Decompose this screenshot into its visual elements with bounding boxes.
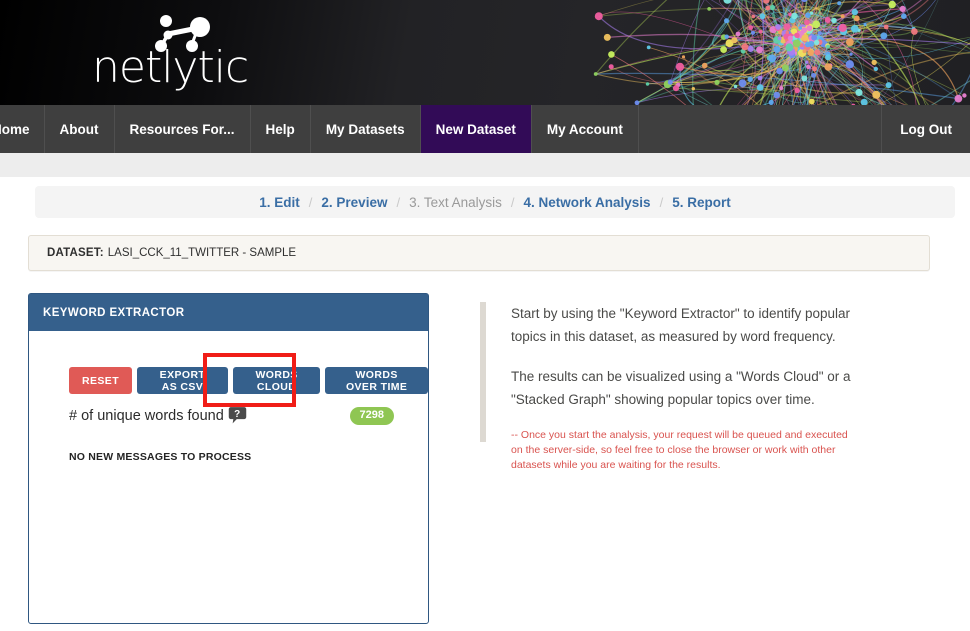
words-cloud-button[interactable]: WORDS CLOUD <box>232 367 321 394</box>
netlytic-logo[interactable]: netlytic <box>92 14 249 96</box>
info-paragraph-1: Start by using the "Keyword Extractor" t… <box>511 306 851 344</box>
main-row: KEYWORD EXTRACTOR RESET EXPORT AS CSV WO… <box>0 293 970 624</box>
step-separator-1: / <box>308 194 313 210</box>
keyword-extractor-body: RESET EXPORT AS CSV WORDS CLOUD WORDS OV… <box>29 331 428 463</box>
reset-button[interactable]: RESET <box>69 367 133 394</box>
nav-item-my-account[interactable]: My Account <box>532 105 639 153</box>
action-button-row: RESET EXPORT AS CSV WORDS CLOUD WORDS OV… <box>69 353 428 407</box>
step-network-analysis[interactable]: 4. Network Analysis <box>522 195 653 210</box>
dataset-banner: DATASET: LASI_CCK_11_TWITTER - SAMPLE <box>28 235 930 271</box>
nav-item-my-account-label: My Account <box>546 121 623 137</box>
nav-item-resources-for[interactable]: Resources For... <box>115 105 251 153</box>
logo-wordmark: netlytic <box>92 42 249 93</box>
nav-item-help[interactable]: Help <box>251 105 311 153</box>
nav-item-about[interactable]: About <box>45 105 115 153</box>
info-note: -- Once you start the analysis, your req… <box>511 429 848 471</box>
step-separator-2: / <box>396 194 401 210</box>
step-edit[interactable]: 1. Edit <box>257 195 302 210</box>
unique-words-label: # of unique words found <box>69 407 224 424</box>
keyword-extractor-panel: KEYWORD EXTRACTOR RESET EXPORT AS CSV WO… <box>28 293 429 624</box>
words-over-time-button[interactable]: WORDS OVER TIME <box>325 367 428 394</box>
nav-item-log-out[interactable]: Log Out <box>882 105 970 153</box>
dataset-label: DATASET: <box>47 247 104 259</box>
unique-words-count-badge: 7298 <box>349 406 394 425</box>
nav-spacer <box>639 105 883 153</box>
network-graph-art <box>593 0 970 105</box>
nav-item-new-dataset[interactable]: New Dataset <box>420 105 532 153</box>
keyword-extractor-header: KEYWORD EXTRACTOR <box>29 294 428 331</box>
nav-item-home-label: Home <box>0 121 30 137</box>
info-paragraph-2: The results can be visualized using a "W… <box>511 369 851 407</box>
unique-words-stat-row: # of unique words found ? 7298 <box>69 406 394 425</box>
nav-item-my-datasets-label: My Datasets <box>325 121 405 137</box>
step-preview[interactable]: 2. Preview <box>319 195 389 210</box>
nav-item-about-label: About <box>59 121 99 137</box>
export-as-csv-button[interactable]: EXPORT AS CSV <box>137 367 228 394</box>
site-banner: netlytic <box>0 0 970 105</box>
step-separator-3: / <box>510 194 515 210</box>
panel-title: KEYWORD EXTRACTOR <box>43 306 185 319</box>
dataset-name: LASI_CCK_11_TWITTER - SAMPLE <box>107 247 297 259</box>
nav-item-log-out-label: Log Out <box>900 121 952 137</box>
nav-item-new-dataset-label: New Dataset <box>435 121 516 137</box>
page-content: 1. Edit / 2. Preview / 3. Text Analysis … <box>0 177 970 624</box>
step-text-analysis: 3. Text Analysis <box>409 194 502 210</box>
step-separator-4: / <box>659 194 664 210</box>
main-navigation: Home About Resources For... Help My Data… <box>0 105 970 153</box>
info-block: Start by using the "Keyword Extractor" t… <box>511 302 856 624</box>
nav-item-help-label: Help <box>265 121 295 137</box>
nav-item-my-datasets[interactable]: My Datasets <box>311 105 421 153</box>
vertical-divider <box>480 302 486 442</box>
question-bubble-icon[interactable]: ? <box>228 406 247 425</box>
svg-text:?: ? <box>234 409 240 420</box>
step-report[interactable]: 5. Report <box>670 195 733 210</box>
nav-item-resources-for-label: Resources For... <box>129 121 235 137</box>
nav-item-home[interactable]: Home <box>0 105 45 153</box>
nav-under-strip <box>0 153 970 177</box>
status-message: NO NEW MESSAGES TO PROCESS <box>69 451 252 463</box>
workflow-steps: 1. Edit / 2. Preview / 3. Text Analysis … <box>35 186 955 218</box>
info-column: Start by using the "Keyword Extractor" t… <box>480 293 856 624</box>
